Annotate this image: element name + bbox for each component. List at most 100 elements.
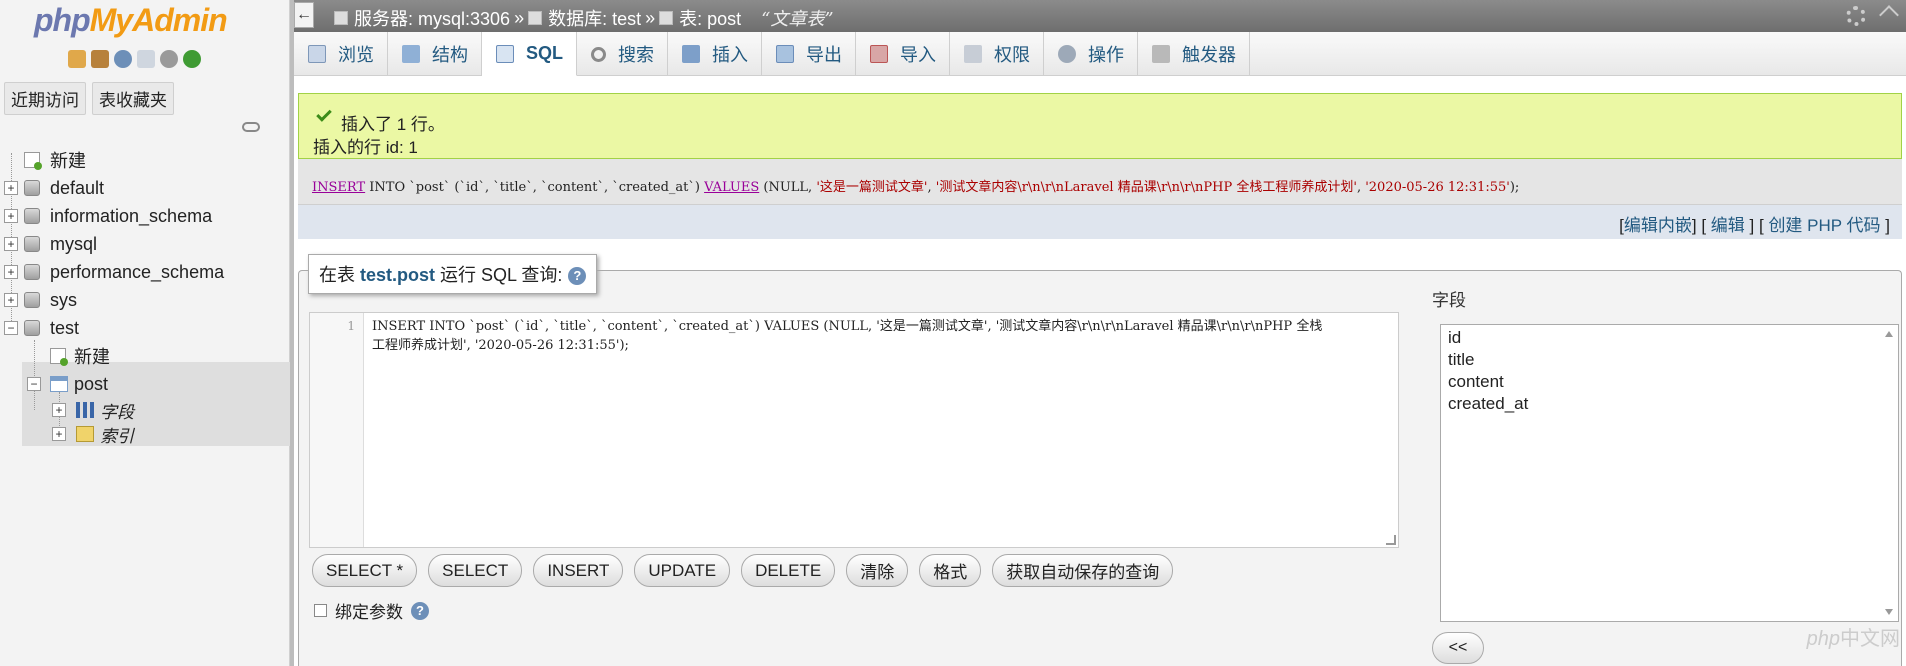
tree-item-post[interactable]: − post: [0, 370, 290, 398]
collapse-icon[interactable]: −: [4, 321, 18, 335]
tree-item-information-schema[interactable]: + information_schema: [0, 202, 290, 230]
recent-tab[interactable]: 近期访问: [4, 82, 86, 115]
tree-item-new[interactable]: 新建: [0, 146, 290, 174]
tab-browse[interactable]: 浏览: [294, 32, 388, 76]
sql-editor[interactable]: 1 INSERT INTO `post` (`id`, `title`, `co…: [309, 312, 1399, 548]
tab-structure[interactable]: 结构: [388, 32, 482, 76]
insert-field-button[interactable]: <<: [1432, 632, 1484, 664]
reload-icon[interactable]: [183, 50, 201, 68]
watermark: php中文网: [1806, 628, 1900, 650]
tab-triggers[interactable]: 触发器: [1138, 32, 1251, 76]
fields-list[interactable]: id title content created_at: [1440, 324, 1899, 622]
bind-params-checkbox[interactable]: [314, 604, 327, 617]
expand-icon[interactable]: +: [4, 209, 18, 223]
tab-operations[interactable]: 操作: [1044, 32, 1139, 76]
scroll-up-icon[interactable]: [1885, 331, 1893, 337]
format-button[interactable]: 格式: [919, 554, 982, 587]
field-option[interactable]: title: [1441, 347, 1898, 369]
select-star-button[interactable]: SELECT *: [312, 554, 418, 587]
field-option[interactable]: id: [1441, 325, 1898, 347]
triggers-icon: [1152, 45, 1171, 63]
code-line: INSERT INTO `post` (`id`, `title`, `cont…: [372, 319, 1323, 334]
line-gutter: 1: [310, 313, 364, 547]
help-icon[interactable]: ?: [568, 267, 587, 286]
docs-icon[interactable]: [137, 50, 155, 68]
tree-item-label: post: [74, 373, 109, 394]
executed-sql: INSERT INTO `post` (`id`, `title`, `cont…: [298, 159, 1902, 205]
tree-item-test-new[interactable]: 新建: [0, 342, 290, 370]
tree-item-sys[interactable]: + sys: [0, 286, 290, 314]
tab-label: 插入: [712, 45, 749, 65]
update-button[interactable]: UPDATE: [634, 554, 731, 587]
server-icon: [334, 11, 348, 25]
home-icon[interactable]: [68, 50, 86, 68]
tab-label: 结构: [432, 45, 468, 65]
sql-keyword[interactable]: INSERT: [312, 180, 365, 195]
tab-export[interactable]: 导出: [762, 32, 857, 76]
scroll-down-icon[interactable]: [1885, 609, 1893, 615]
tree-item-test[interactable]: − test: [0, 314, 290, 342]
link-with-main-icon[interactable]: [242, 122, 260, 132]
settings-icon[interactable]: [1846, 6, 1866, 26]
success-message: 插入了 1 行。 插入的行 id: 1: [298, 93, 1902, 159]
tree-item-columns[interactable]: + 字段: [0, 398, 290, 422]
sql-keyword[interactable]: VALUES: [704, 180, 759, 195]
create-php-link[interactable]: 创建 PHP 代码: [1768, 216, 1880, 235]
tree-item-label: 新建: [74, 347, 110, 367]
expand-icon[interactable]: +: [4, 181, 18, 195]
tab-import[interactable]: 导入: [856, 32, 951, 76]
settings-icon[interactable]: [160, 50, 178, 68]
logout-icon[interactable]: [91, 50, 109, 68]
breadcrumb-server[interactable]: 服务器: mysql:3306: [354, 5, 510, 31]
delete-button[interactable]: DELETE: [741, 554, 836, 587]
collapse-icon[interactable]: [1879, 5, 1899, 25]
expand-icon[interactable]: +: [4, 237, 18, 251]
tab-sql[interactable]: SQL: [482, 32, 578, 76]
breadcrumb-table[interactable]: 表: post: [679, 5, 741, 31]
favorites-tab[interactable]: 表收藏夹: [92, 82, 174, 115]
insert-button[interactable]: INSERT: [533, 554, 624, 587]
structure-icon: [402, 45, 420, 63]
database-tree: 新建 + default + information_schema + mysq…: [0, 146, 290, 446]
sql-code[interactable]: INSERT INTO `post` (`id`, `title`, `cont…: [372, 317, 1392, 355]
tab-search[interactable]: 搜索: [577, 32, 669, 76]
collapse-icon[interactable]: −: [27, 377, 41, 391]
tree-item-mysql[interactable]: + mysql: [0, 230, 290, 258]
tree-item-label: default: [50, 177, 105, 198]
edit-link[interactable]: 编辑: [1711, 216, 1745, 235]
collapse-nav-button[interactable]: ←: [294, 2, 314, 28]
columns-icon: [76, 402, 94, 418]
sql-string: '2020-05-26 12:31:55': [1365, 180, 1510, 195]
tree-item-performance-schema[interactable]: + performance_schema: [0, 258, 290, 286]
breadcrumb-bar: ← 服务器: mysql:3306 » 数据库: test » 表: post …: [294, 0, 1906, 32]
expand-icon[interactable]: +: [52, 427, 66, 441]
tree-item-default[interactable]: + default: [0, 174, 290, 202]
clear-button[interactable]: 清除: [846, 554, 909, 587]
field-option[interactable]: content: [1441, 369, 1898, 391]
tab-insert[interactable]: 插入: [668, 32, 763, 76]
expand-icon[interactable]: +: [52, 403, 66, 417]
get-autosaved-button[interactable]: 获取自动保存的查询: [992, 554, 1174, 587]
edit-inline-link[interactable]: 编辑内嵌: [1624, 216, 1692, 235]
import-icon: [870, 45, 889, 63]
tree-item-indexes[interactable]: + 索引: [0, 422, 290, 446]
expand-icon[interactable]: +: [4, 293, 18, 307]
bind-params-row: 绑定参数 ?: [314, 598, 429, 623]
select-button[interactable]: SELECT: [428, 554, 523, 587]
tree-item-label: performance_schema: [50, 261, 225, 282]
insert-icon: [682, 45, 701, 63]
expand-icon[interactable]: +: [4, 265, 18, 279]
indexes-icon: [76, 426, 94, 442]
breadcrumb-separator: »: [645, 7, 656, 28]
phpmyadmin-logo[interactable]: phpMyAdmin: [34, 2, 228, 39]
field-option[interactable]: created_at: [1441, 391, 1898, 413]
help-icon[interactable]: [114, 50, 132, 68]
bracket: ] [: [1691, 216, 1707, 235]
nav-splitter[interactable]: [290, 0, 294, 666]
help-icon[interactable]: ?: [411, 601, 429, 620]
resize-handle-icon[interactable]: [1386, 535, 1396, 545]
tab-privileges[interactable]: 权限: [950, 32, 1045, 76]
database-icon: [24, 320, 40, 336]
breadcrumb-database[interactable]: 数据库: test: [548, 5, 641, 31]
database-icon: [24, 292, 40, 308]
